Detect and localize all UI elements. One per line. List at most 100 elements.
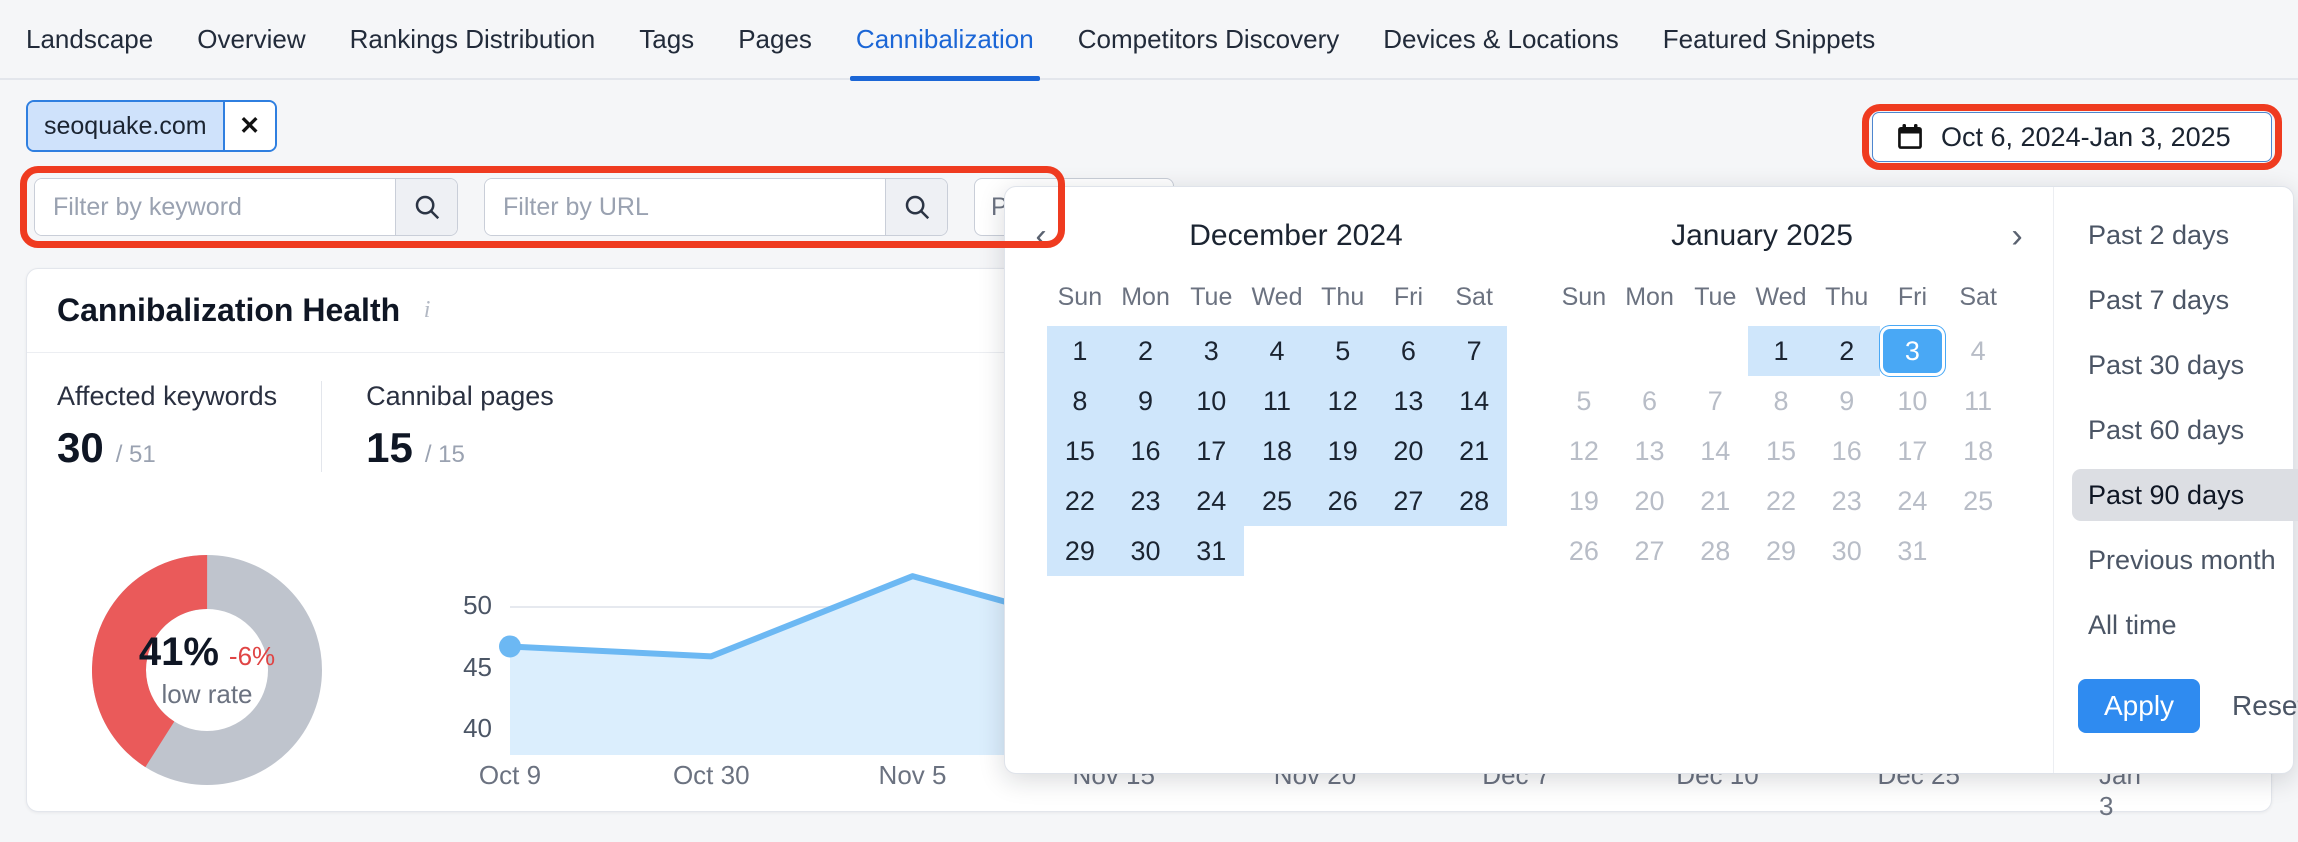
calendar-day[interactable]: 28 [1441, 476, 1507, 526]
calendar-day[interactable]: 1 [1047, 326, 1113, 376]
tab-tags[interactable]: Tags [617, 0, 716, 79]
calendar-day[interactable]: 4 [1244, 326, 1310, 376]
calendar-day[interactable]: 7 [1682, 376, 1748, 426]
calendar-day[interactable]: 29 [1748, 526, 1814, 576]
metric-value: 15 / 15 [366, 424, 554, 472]
calendar-day[interactable]: 16 [1112, 426, 1179, 476]
search-icon[interactable] [885, 179, 947, 235]
preset-past-2-days[interactable]: Past 2 days [2072, 209, 2298, 261]
calendar-day[interactable]: 6 [1375, 326, 1442, 376]
calendar-month-title: January 2025 [1671, 219, 1853, 252]
calendar-day[interactable]: 17 [1178, 426, 1245, 476]
calendar-day[interactable]: 19 [1309, 426, 1376, 476]
calendar-day[interactable]: 21 [1682, 476, 1748, 526]
reset-button[interactable]: Reset [2226, 689, 2298, 723]
apply-button[interactable]: Apply [2078, 679, 2201, 733]
calendar-day[interactable]: 13 [1617, 426, 1683, 476]
preset-past-7-days[interactable]: Past 7 days [2072, 274, 2298, 326]
calendar-day[interactable]: 23 [1112, 476, 1179, 526]
calendar-day[interactable]: 27 [1617, 526, 1683, 576]
calendar-day[interactable]: 30 [1814, 526, 1880, 576]
calendar-day[interactable]: 26 [1551, 526, 1617, 576]
preset-past-30-days[interactable]: Past 30 days [2072, 339, 2298, 391]
tab-pages[interactable]: Pages [716, 0, 834, 79]
preset-past-60-days[interactable]: Past 60 days [2072, 404, 2298, 456]
calendar-day[interactable]: 1 [1748, 326, 1814, 376]
url-filter[interactable] [484, 178, 948, 236]
calendar-day[interactable]: 26 [1309, 476, 1376, 526]
calendar-day[interactable]: 11 [1244, 376, 1310, 426]
calendar-day[interactable]: 2 [1112, 326, 1179, 376]
calendar-day[interactable]: 31 [1178, 526, 1245, 576]
calendar-day[interactable]: 4 [1945, 326, 2011, 376]
calendar-day[interactable]: 9 [1814, 376, 1880, 426]
calendar-week-row: 5 6 7 8 9 10 11 [1551, 376, 2011, 426]
calendar-day[interactable]: 13 [1375, 376, 1442, 426]
calendar-grid: Sun Mon Tue Wed Thu Fri Sat 1 2 3 4 5 6 7 8 9 10 11 12 13 14… [1047, 267, 1507, 576]
tab-cannibalization[interactable]: Cannibalization [834, 0, 1056, 81]
calendar-day[interactable]: 25 [1244, 476, 1310, 526]
keyword-filter[interactable] [34, 178, 458, 236]
calendar-day[interactable]: 31 [1880, 526, 1946, 576]
tab-devices-locations[interactable]: Devices & Locations [1361, 0, 1641, 79]
calendar-day[interactable]: 20 [1375, 426, 1442, 476]
calendar-dow: Sun [1057, 283, 1103, 311]
date-range-button[interactable]: Oct 6, 2024-Jan 3, 2025 [1872, 112, 2272, 162]
preset-previous-month[interactable]: Previous month [2072, 534, 2298, 586]
calendar-day[interactable]: 14 [1441, 376, 1507, 426]
tab-competitors-discovery[interactable]: Competitors Discovery [1056, 0, 1362, 79]
tab-label: Pages [738, 23, 812, 54]
chevron-left-icon[interactable]: ‹ [1019, 217, 1063, 256]
calendar-day[interactable]: 5 [1309, 326, 1376, 376]
info-icon[interactable]: i [414, 297, 440, 324]
calendar-day[interactable]: 5 [1551, 376, 1617, 426]
calendar-day[interactable]: 12 [1309, 376, 1376, 426]
search-input-url[interactable] [485, 179, 885, 235]
tab-featured-snippets[interactable]: Featured Snippets [1641, 0, 1897, 79]
calendar-day[interactable]: 11 [1945, 376, 2011, 426]
calendar-day[interactable]: 15 [1748, 426, 1814, 476]
calendar-day[interactable]: 22 [1748, 476, 1814, 526]
calendar-day[interactable]: 2 [1813, 326, 1880, 376]
domain-chip[interactable]: seoquake.com ✕ [26, 100, 277, 152]
calendar-day[interactable]: 18 [1244, 426, 1310, 476]
tab-rankings-distribution[interactable]: Rankings Distribution [328, 0, 618, 79]
search-icon[interactable] [395, 179, 457, 235]
calendar-day[interactable]: 24 [1880, 476, 1946, 526]
calendar-day[interactable]: 8 [1748, 376, 1814, 426]
calendar-day[interactable]: 10 [1880, 376, 1946, 426]
close-icon[interactable]: ✕ [222, 102, 275, 150]
calendar-day[interactable]: 27 [1375, 476, 1442, 526]
calendar-day[interactable]: 29 [1047, 526, 1113, 576]
calendar-day[interactable]: 10 [1178, 376, 1245, 426]
preset-past-90-days[interactable]: Past 90 days [2072, 469, 2298, 521]
calendar-day[interactable]: 22 [1047, 476, 1113, 526]
calendar-day[interactable]: 21 [1441, 426, 1507, 476]
chevron-right-icon[interactable]: › [1995, 217, 2039, 256]
tab-overview[interactable]: Overview [175, 0, 327, 79]
calendar-day[interactable]: 17 [1880, 426, 1946, 476]
calendar-day[interactable]: 6 [1617, 376, 1683, 426]
calendar-day[interactable]: 15 [1047, 426, 1113, 476]
calendar-day[interactable]: 23 [1814, 476, 1880, 526]
calendar-dow: Fri [1393, 283, 1423, 311]
calendar-day[interactable]: 12 [1551, 426, 1617, 476]
calendar-day[interactable]: 9 [1112, 376, 1179, 426]
calendar-day[interactable]: 16 [1814, 426, 1880, 476]
calendar-day[interactable]: 18 [1945, 426, 2011, 476]
calendar-day[interactable]: 20 [1617, 476, 1683, 526]
calendar-day[interactable]: 25 [1945, 476, 2011, 526]
preset-all-time[interactable]: All time [2072, 599, 2298, 651]
calendar-day[interactable]: 14 [1682, 426, 1748, 476]
calendar-day[interactable]: 30 [1112, 526, 1179, 576]
search-input-keyword[interactable] [35, 179, 395, 235]
calendar-day[interactable]: 3 [1879, 326, 1946, 376]
tab-label: Devices & Locations [1383, 23, 1619, 54]
calendar-day[interactable]: 19 [1551, 476, 1617, 526]
tab-landscape[interactable]: Landscape [26, 0, 175, 79]
calendar-day[interactable]: 7 [1441, 326, 1507, 376]
calendar-day[interactable]: 28 [1682, 526, 1748, 576]
calendar-day[interactable]: 8 [1047, 376, 1113, 426]
calendar-day[interactable]: 24 [1178, 476, 1245, 526]
calendar-day[interactable]: 3 [1178, 326, 1245, 376]
